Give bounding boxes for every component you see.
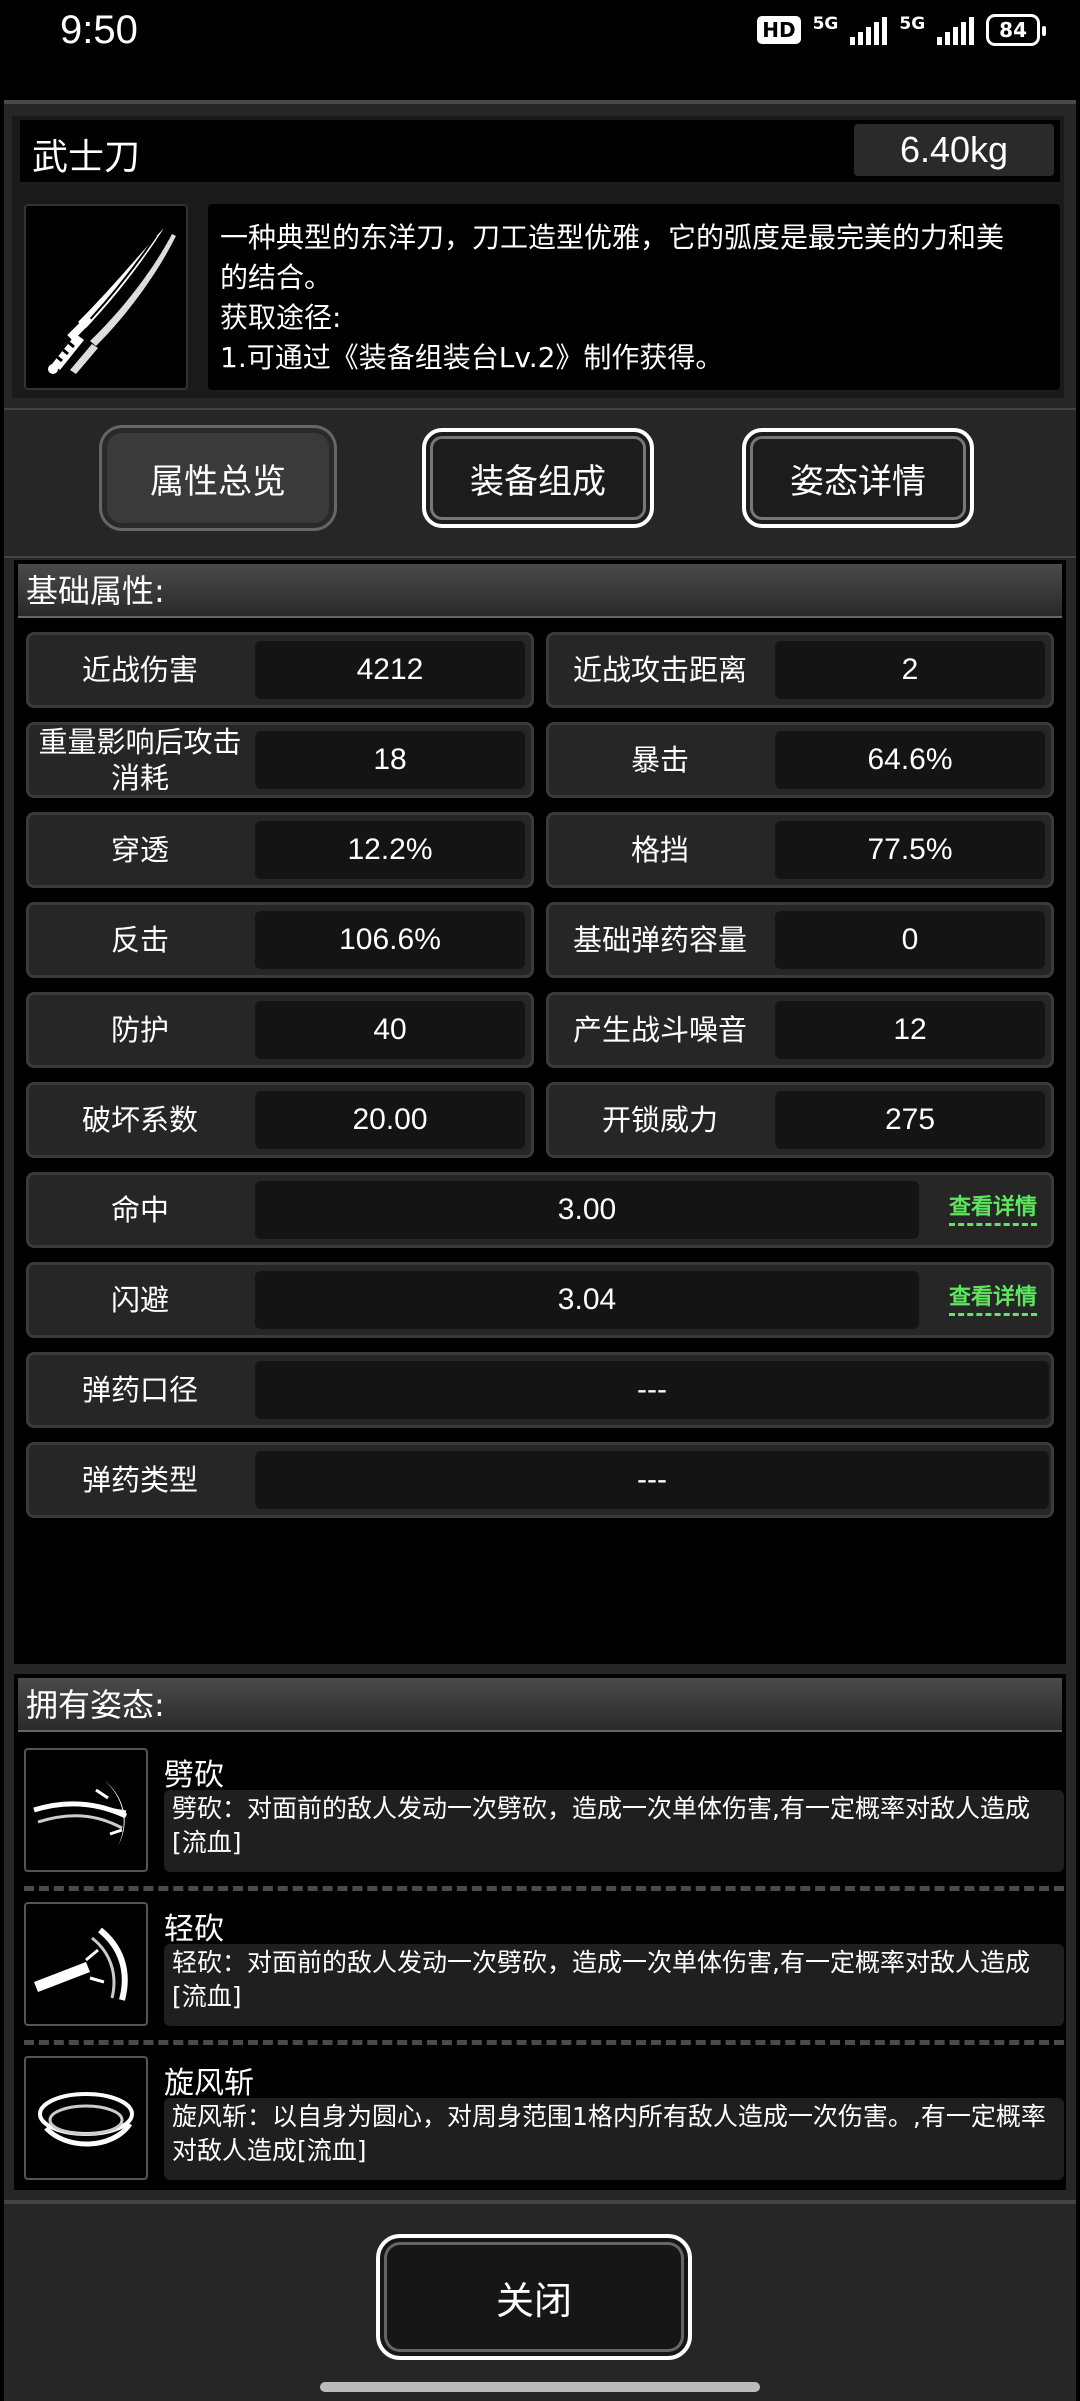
item-name: 武士刀	[32, 137, 141, 178]
attr-label: 格挡	[630, 833, 689, 867]
stance-name: 轻砍	[164, 1912, 224, 1947]
whirlwind-icon	[24, 2056, 148, 2180]
stance-name: 旋风斩	[164, 2066, 254, 2101]
attr-label: 重量影响后攻击消耗	[38, 725, 242, 795]
desc-line: 1.可通过《装备组装台Lv.2》制作获得。	[220, 341, 724, 374]
attr-value: 0	[775, 911, 1045, 969]
attr-combat-noise: 产生战斗噪音 12	[546, 992, 1054, 1068]
home-indicator[interactable]	[320, 2382, 760, 2392]
attr-counter: 反击 106.6%	[26, 902, 534, 978]
attr-label: 防护	[110, 1013, 169, 1047]
section-title: 基础属性:	[18, 564, 1062, 618]
slash-icon	[24, 1748, 148, 1872]
attr-label: 基础弹药容量	[572, 923, 747, 957]
attr-attack-cost: 重量影响后攻击消耗 18	[26, 722, 534, 798]
attr-ammo-type: 弹药类型 ---	[26, 1442, 1054, 1518]
attr-penetration: 穿透 12.2%	[26, 812, 534, 888]
network-5g-label: 5G	[812, 14, 839, 34]
status-bar: 9:50 HD 5G 5G 84	[0, 0, 1080, 66]
item-detail-panel: 武士刀 6.40kg 一种典型的东洋刀，刀工造型优雅，它的弧度是最完美的力和美 …	[4, 100, 1076, 2401]
attr-label: 命中	[110, 1193, 169, 1227]
attr-value: 4212	[255, 641, 525, 699]
attr-label: 破坏系数	[81, 1103, 198, 1137]
divider	[24, 1886, 1064, 1891]
stance-description: 旋风斩：以自身为圆心，对周身范围1格内所有敌人造成一次伤害。,有一定概率对敌人造…	[164, 2098, 1064, 2180]
attr-label: 穿透	[110, 833, 169, 867]
light-slash-icon	[24, 1902, 148, 2026]
attr-value: 3.00	[255, 1181, 919, 1239]
desc-line: 一种典型的东洋刀，刀工造型优雅，它的弧度是最完美的力和美	[220, 221, 1005, 254]
status-icons: HD 5G 5G 84	[757, 14, 1046, 46]
attr-value: 40	[255, 1001, 525, 1059]
attr-value: ---	[255, 1451, 1049, 1509]
attr-value: 64.6%	[775, 731, 1045, 789]
close-button[interactable]: 关闭	[376, 2234, 692, 2360]
desc-line: 获取途径:	[220, 301, 342, 334]
attr-label: 暴击	[630, 743, 689, 777]
attr-value: 20.00	[255, 1091, 525, 1149]
attr-value: 77.5%	[775, 821, 1045, 879]
stance-description: 劈砍：对面前的敌人发动一次劈砍，造成一次单体伤害,有一定概率对敌人造成[流血]	[164, 1790, 1064, 1872]
attr-label: 开锁威力	[601, 1103, 718, 1137]
stance-item[interactable]: 旋风斩 旋风斩：以自身为圆心，对周身范围1格内所有敌人造成一次伤害。,有一定概率…	[24, 2056, 1064, 2186]
attr-melee-range: 近战攻击距离 2	[546, 632, 1054, 708]
attr-value: 12	[775, 1001, 1045, 1059]
tab-equipment-composition[interactable]: 装备组成	[422, 428, 654, 528]
title-bar: 武士刀 6.40kg	[20, 120, 1060, 182]
attr-value: 12.2%	[255, 821, 525, 879]
attr-label: 近战伤害	[81, 653, 198, 687]
attr-label: 产生战斗噪音	[572, 1013, 747, 1047]
hd-voice-icon: HD	[757, 16, 801, 44]
attr-lockpick-power: 开锁威力 275	[546, 1082, 1054, 1158]
view-details-link[interactable]: 查看详情	[948, 1189, 1037, 1226]
desc-line: 的结合。	[220, 261, 333, 294]
attr-ammo-capacity: 基础弹药容量 0	[546, 902, 1054, 978]
signal-icon-2	[937, 15, 975, 45]
attr-value: 18	[255, 731, 525, 789]
network-5g-label-2: 5G	[899, 14, 926, 34]
attr-melee-damage: 近战伤害 4212	[26, 632, 534, 708]
attr-label: 近战攻击距离	[572, 653, 747, 687]
attr-critical: 暴击 64.6%	[546, 722, 1054, 798]
stance-name: 劈砍	[164, 1758, 224, 1793]
attr-protection: 防护 40	[26, 992, 534, 1068]
stances-section: 拥有姿态: 劈砍 劈砍：对面前的敌人发动一次劈砍，造成一次单体伤害,有一定概率对…	[14, 1674, 1066, 2190]
stance-item[interactable]: 劈砍 劈砍：对面前的敌人发动一次劈砍，造成一次单体伤害,有一定概率对敌人造成[流…	[24, 1748, 1064, 1878]
clock: 9:50	[60, 8, 138, 52]
close-button-label[interactable]: 关闭	[376, 2234, 692, 2360]
base-attributes-section: 基础属性: 近战伤害 4212 近战攻击距离 2 重量影响后攻击消耗 18 暴击…	[14, 560, 1066, 1664]
attr-value: ---	[255, 1361, 1049, 1419]
attr-block: 格挡 77.5%	[546, 812, 1054, 888]
attr-caliber: 弹药口径 ---	[26, 1352, 1054, 1428]
attr-label: 闪避	[110, 1283, 169, 1317]
view-details-link[interactable]: 查看详情	[948, 1279, 1037, 1316]
attr-value: 3.04	[255, 1271, 919, 1329]
section-title: 拥有姿态:	[18, 1678, 1062, 1732]
attr-label: 反击	[110, 923, 169, 957]
tab-stance-details[interactable]: 姿态详情	[742, 428, 974, 528]
attr-value: 2	[775, 641, 1045, 699]
attr-dodge: 闪避 3.04 查看详情	[26, 1262, 1054, 1338]
battery-icon: 84	[986, 14, 1046, 46]
katana-icon	[24, 204, 188, 390]
tab-attributes-overview[interactable]: 属性总览	[102, 428, 334, 528]
attr-accuracy: 命中 3.00 查看详情	[26, 1172, 1054, 1248]
attr-value: 106.6%	[255, 911, 525, 969]
stance-item[interactable]: 轻砍 轻砍：对面前的敌人发动一次劈砍，造成一次单体伤害,有一定概率对敌人造成[流…	[24, 1902, 1064, 2032]
divider	[24, 2040, 1064, 2045]
attr-label: 弹药口径	[81, 1373, 198, 1407]
item-header: 武士刀 6.40kg 一种典型的东洋刀，刀工造型优雅，它的弧度是最完美的力和美 …	[12, 116, 1064, 398]
attr-destruction: 破坏系数 20.00	[26, 1082, 534, 1158]
attr-label: 弹药类型	[81, 1463, 198, 1497]
tab-bar: 属性总览 装备组成 姿态详情	[4, 408, 1076, 558]
stance-description: 轻砍：对面前的敌人发动一次劈砍，造成一次单体伤害,有一定概率对敌人造成[流血]	[164, 1944, 1064, 2026]
item-weight: 6.40kg	[854, 124, 1054, 176]
item-description: 一种典型的东洋刀，刀工造型优雅，它的弧度是最完美的力和美 的结合。 获取途径: …	[208, 204, 1060, 390]
signal-icon	[850, 15, 888, 45]
attr-value: 275	[775, 1091, 1045, 1149]
